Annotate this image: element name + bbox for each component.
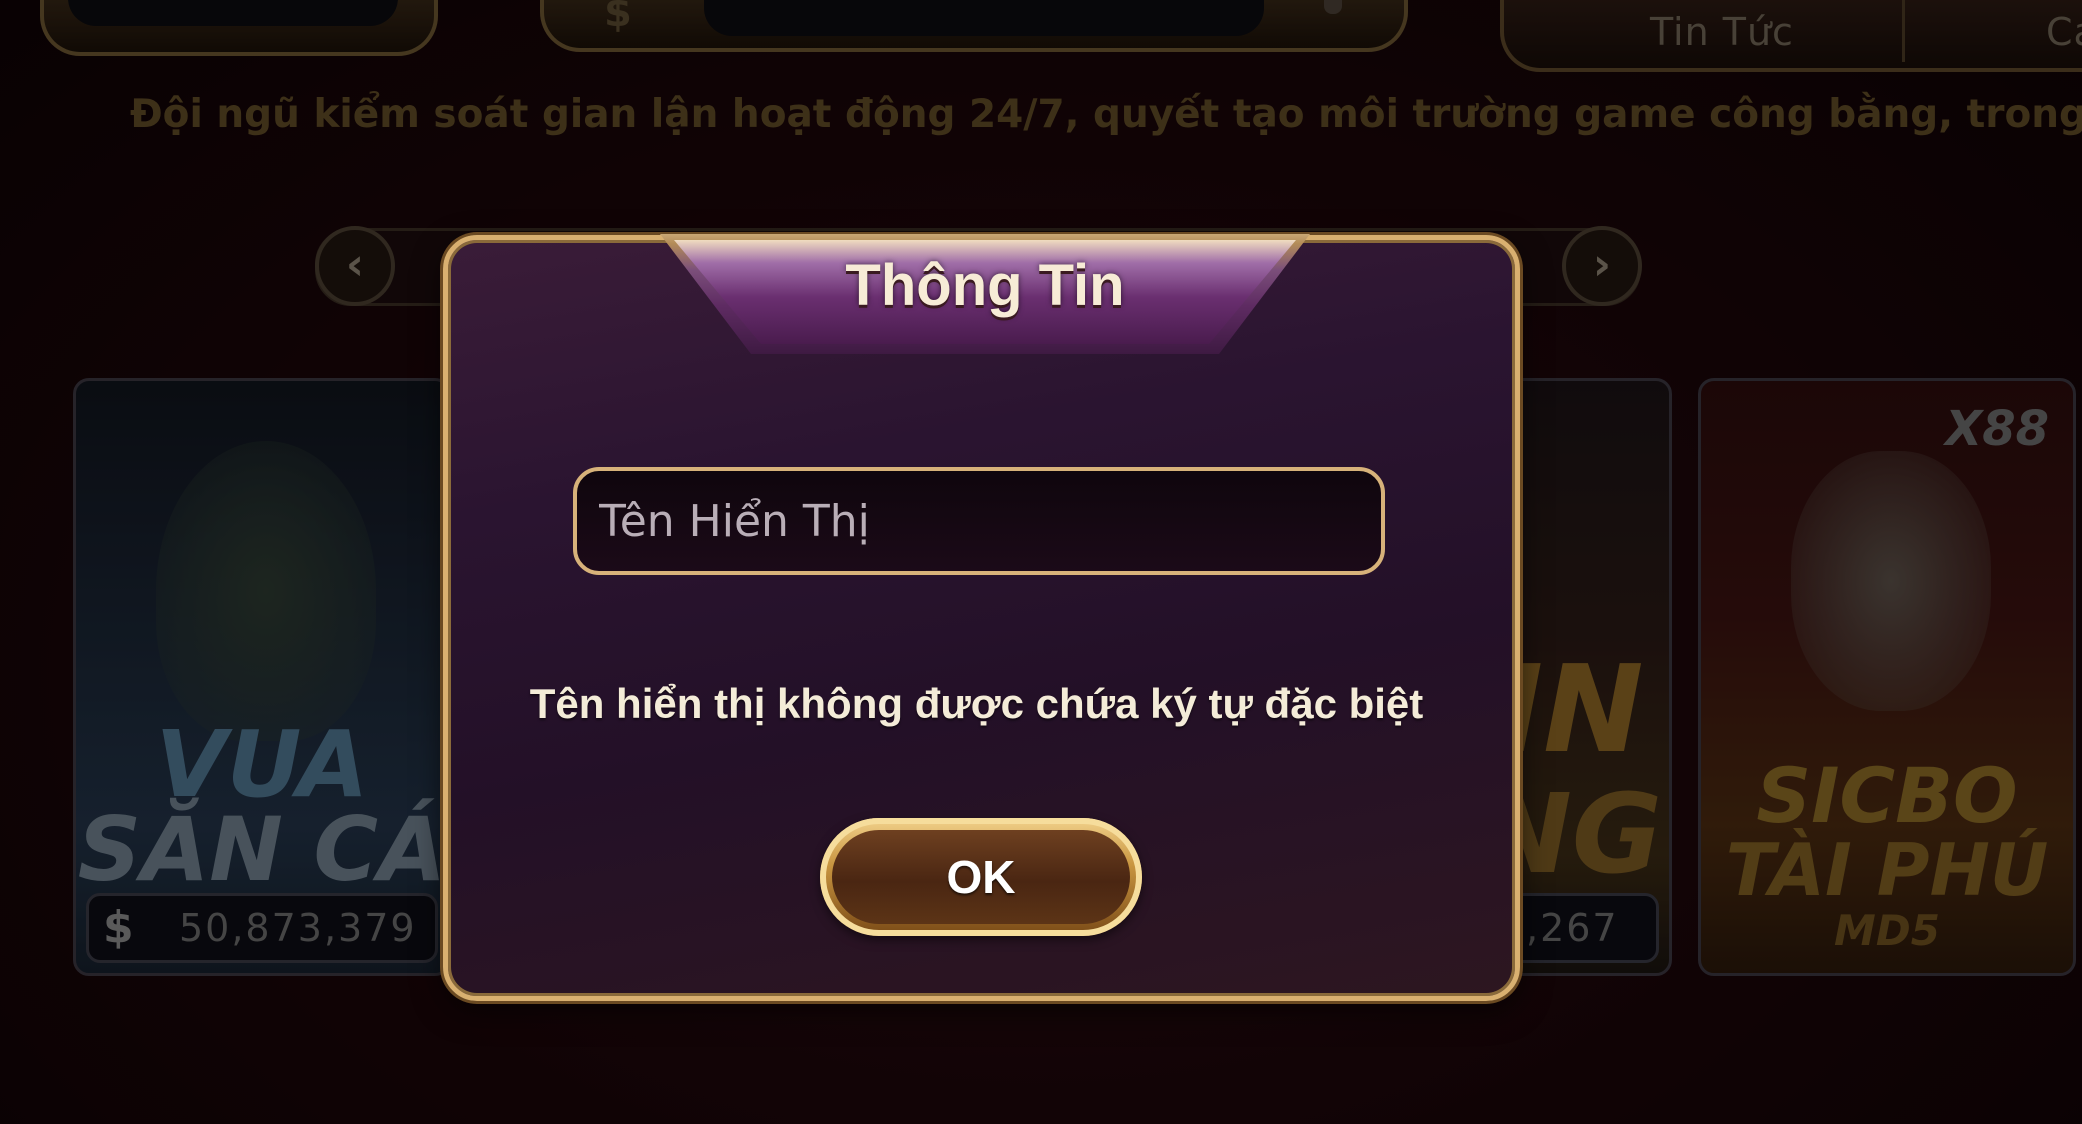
dialog-message: Tên hiển thị không được chứa ký tự đặc b… <box>529 680 1424 727</box>
dialog-header: Thông Tin <box>660 234 1310 354</box>
ok-button-label: OK <box>946 851 1016 903</box>
game-lobby: $ Tin Tức Cá Đội ngũ kiểm soát gian lận … <box>0 0 2082 1124</box>
ok-button[interactable]: OK <box>820 818 1142 936</box>
display-name-input[interactable] <box>573 467 1385 575</box>
dialog-title: Thông Tin <box>845 253 1125 318</box>
